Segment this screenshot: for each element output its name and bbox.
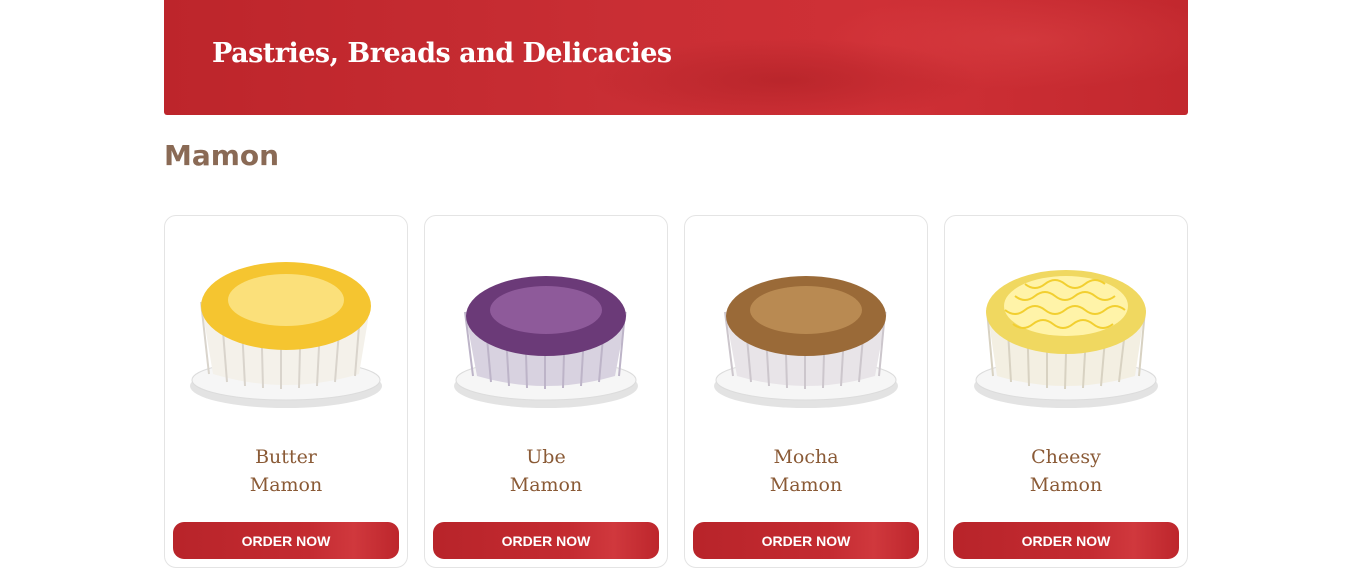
product-card-ube-mamon[interactable]: Ube Mamon ORDER NOW	[424, 215, 668, 568]
cake-highlight-icon	[490, 286, 602, 334]
order-now-button[interactable]: ORDER NOW	[173, 522, 399, 559]
product-name-line1: Butter	[255, 446, 317, 468]
category-banner: Pastries, Breads and Delicacies	[164, 0, 1188, 115]
cake-highlight-icon	[750, 286, 862, 334]
product-card-butter-mamon[interactable]: Butter Mamon ORDER NOW	[164, 215, 408, 568]
product-name-line2: Mamon	[249, 474, 323, 496]
product-name: Mocha Mamon	[685, 443, 927, 499]
product-name: Butter Mamon	[165, 443, 407, 499]
section-title: Mamon	[164, 139, 280, 172]
cheesy-mamon-image[interactable]	[955, 236, 1177, 426]
order-now-button[interactable]: ORDER NOW	[433, 522, 659, 559]
product-name-line1: Ube	[526, 446, 566, 468]
product-card-mocha-mamon[interactable]: Mocha Mamon ORDER NOW	[684, 215, 928, 568]
product-name-line1: Mocha	[773, 446, 839, 468]
cake-highlight-icon	[228, 274, 344, 326]
product-grid: Butter Mamon ORDER NOW Ube Mamon ORDER N…	[164, 215, 1188, 568]
butter-mamon-image[interactable]	[175, 236, 397, 426]
product-name: Cheesy Mamon	[945, 443, 1187, 499]
mocha-mamon-image[interactable]	[695, 236, 917, 426]
banner-title: Pastries, Breads and Delicacies	[212, 38, 672, 69]
product-name-line2: Mamon	[1029, 474, 1103, 496]
order-now-button[interactable]: ORDER NOW	[693, 522, 919, 559]
product-name-line1: Cheesy	[1031, 446, 1101, 468]
order-now-button[interactable]: ORDER NOW	[953, 522, 1179, 559]
product-card-cheesy-mamon[interactable]: Cheesy Mamon ORDER NOW	[944, 215, 1188, 568]
product-name-line2: Mamon	[769, 474, 843, 496]
ube-mamon-image[interactable]	[435, 236, 657, 426]
product-name-line2: Mamon	[509, 474, 583, 496]
product-name: Ube Mamon	[425, 443, 667, 499]
